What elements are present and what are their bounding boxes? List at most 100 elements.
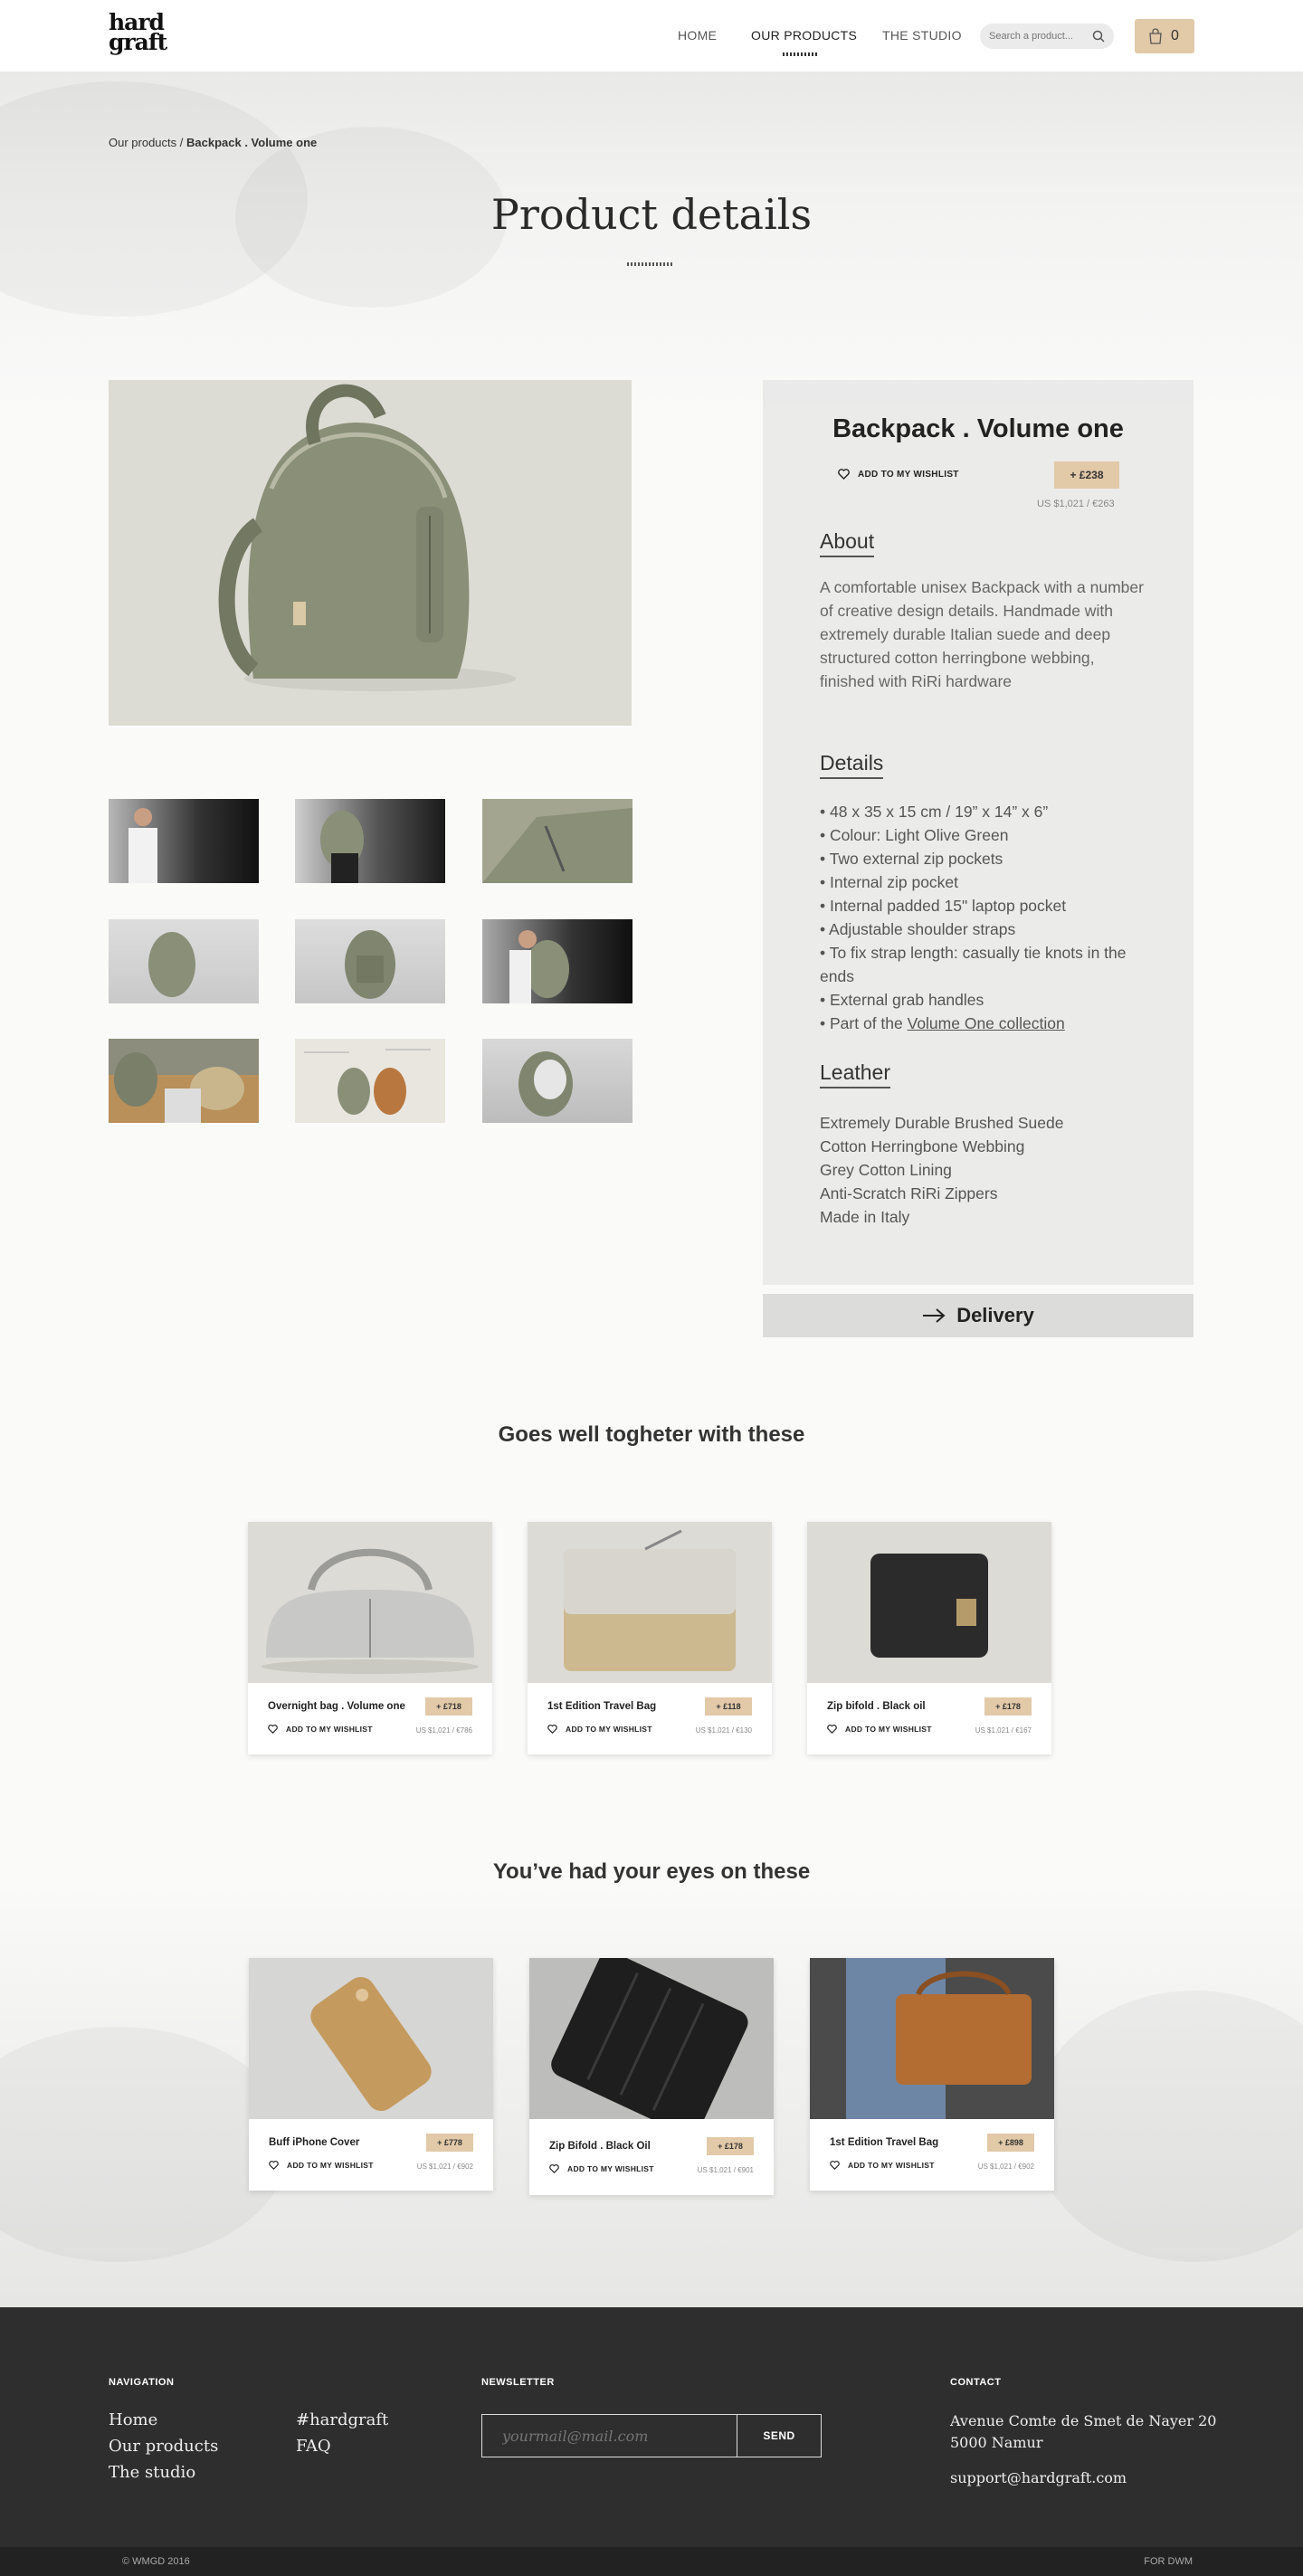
newsletter-send-button[interactable]: SEND <box>737 2415 821 2457</box>
product-thumbnail[interactable] <box>295 799 445 883</box>
details-item: Two external zip pockets <box>820 847 1146 870</box>
about-heading: About <box>820 529 875 557</box>
leather-item: Anti-Scratch RiRi Zippers <box>820 1184 998 1202</box>
leather-item: Made in Italy <box>820 1208 910 1226</box>
leather-item: Extremely Durable Brushed Suede <box>820 1114 1064 1132</box>
heart-icon <box>830 2161 840 2170</box>
card-wishlist[interactable]: ADD TO MY WISHLIST <box>269 2161 374 2170</box>
footer-email-link[interactable]: support@hardgraft.com <box>950 2469 1127 2486</box>
title-decoration <box>627 262 674 266</box>
product-thumbnail[interactable] <box>482 1039 632 1123</box>
card-image <box>810 1958 1054 2119</box>
card-image <box>529 1958 774 2119</box>
card-price-other: US $1,021 / €902 <box>416 2163 473 2171</box>
card-price-other: US $1,021 / €786 <box>415 1726 472 1735</box>
nav-active-indicator <box>783 52 819 56</box>
breadcrumb: Our products / Backpack . Volume one <box>109 136 318 149</box>
breadcrumb-current: Backpack . Volume one <box>186 136 318 149</box>
details-item: Internal zip pocket <box>820 870 1146 894</box>
delivery-button[interactable]: Delivery <box>763 1294 1194 1337</box>
footer-link-faq[interactable]: FAQ <box>296 2437 331 2456</box>
footer-link-the-studio[interactable]: The studio <box>109 2463 195 2482</box>
details-item: Part of the Volume One collection <box>820 1012 1146 1035</box>
details-item: 48 x 35 x 15 cm / 19” x 14” x 6” <box>820 800 1146 823</box>
card-price-other: US $1,021 / €901 <box>697 2166 754 2174</box>
card-image <box>249 1958 493 2119</box>
card-price: + £178 <box>984 1697 1032 1716</box>
search-box <box>980 24 1114 49</box>
product-card[interactable]: Buff iPhone Cover + £778 ADD TO MY WISHL… <box>249 1958 493 2191</box>
card-price: + £898 <box>987 2134 1034 2152</box>
site-header: hard graft HOME OUR PRODUCTS THE STUDIO … <box>0 0 1303 72</box>
card-wishlist[interactable]: ADD TO MY WISHLIST <box>547 1725 652 1734</box>
product-thumbnail[interactable] <box>482 919 632 1003</box>
price-badge: + £238 <box>1054 461 1119 489</box>
search-input[interactable] <box>989 29 1089 43</box>
heart-icon <box>827 1725 837 1734</box>
card-price: + £718 <box>425 1697 472 1716</box>
product-name: Backpack . Volume one <box>832 414 1124 443</box>
leather-item: Grey Cotton Lining <box>820 1161 952 1179</box>
logo[interactable]: hard graft <box>109 11 167 53</box>
footer-address-line2: 5000 Namur <box>950 2434 1043 2451</box>
add-to-wishlist[interactable]: ADD TO MY WISHLIST <box>838 469 959 480</box>
product-card[interactable]: 1st Edition Travel Bag + £898 ADD TO MY … <box>810 1958 1054 2191</box>
product-thumbnail[interactable] <box>295 1039 445 1123</box>
details-item: Internal padded 15" laptop pocket <box>820 894 1146 917</box>
newsletter-email-input[interactable] <box>482 2415 737 2457</box>
heart-icon <box>838 469 850 480</box>
cart-button[interactable]: 0 <box>1135 19 1194 53</box>
newsletter-form: SEND <box>481 2414 822 2457</box>
product-main-image <box>109 380 632 726</box>
search-icon[interactable] <box>1092 30 1105 43</box>
footer-address-line1: Avenue Comte de Smet de Nayer 20 <box>950 2412 1217 2429</box>
product-thumbnail[interactable] <box>109 1039 259 1123</box>
details-item: To fix strap length: casually tie knots … <box>820 941 1146 988</box>
product-thumbnail[interactable] <box>109 919 259 1003</box>
card-wishlist[interactable]: ADD TO MY WISHLIST <box>827 1725 932 1734</box>
card-price: + £118 <box>705 1697 752 1716</box>
product-thumbnail[interactable] <box>482 799 632 883</box>
card-wishlist[interactable]: ADD TO MY WISHLIST <box>830 2161 935 2170</box>
goes-well-title: Goes well togheter with these <box>498 1422 805 1447</box>
leather-list: Extremely Durable Brushed Suede Cotton H… <box>820 1111 1063 1229</box>
details-list: 48 x 35 x 15 cm / 19” x 14” x 6” Colour:… <box>820 800 1146 1035</box>
card-price-other: US $1,021 / €902 <box>977 2163 1034 2171</box>
leather-heading: Leather <box>820 1060 891 1088</box>
heart-icon <box>549 2164 559 2173</box>
price-other-currencies: US $1,021 / €263 <box>1037 499 1115 509</box>
card-price-other: US $1,021 / €167 <box>975 1726 1032 1735</box>
card-price: + £178 <box>707 2137 754 2155</box>
heart-icon <box>547 1725 557 1734</box>
leather-item: Cotton Herringbone Webbing <box>820 1137 1025 1155</box>
nav-home[interactable]: HOME <box>678 28 717 43</box>
product-thumbnail[interactable] <box>295 919 445 1003</box>
product-card[interactable]: Zip Bifold . Black Oil + £178 ADD TO MY … <box>529 1958 774 2195</box>
heart-icon <box>269 2161 279 2170</box>
copyright: © WMGD 2016 <box>122 2556 190 2567</box>
footer-link-our-products[interactable]: Our products <box>109 2437 218 2456</box>
breadcrumb-parent[interactable]: Our products <box>109 136 176 149</box>
footer-contact-heading: CONTACT <box>950 2377 1002 2388</box>
card-image <box>248 1522 492 1683</box>
heart-icon <box>268 1725 278 1734</box>
hero-background <box>0 72 1303 416</box>
eyes-on-title: You’ve had your eyes on these <box>492 1859 811 1884</box>
cart-count: 0 <box>1171 28 1179 43</box>
product-card[interactable]: Zip bifold . Black oil + £178 ADD TO MY … <box>807 1522 1051 1754</box>
product-card[interactable]: 1st Edition Travel Bag + £118 ADD TO MY … <box>528 1522 772 1754</box>
details-heading: Details <box>820 751 884 779</box>
card-image <box>528 1522 772 1683</box>
product-thumbnail[interactable] <box>109 799 259 883</box>
card-wishlist[interactable]: ADD TO MY WISHLIST <box>549 2164 654 2173</box>
footer-link-home[interactable]: Home <box>109 2410 157 2429</box>
footer-bottom-bar <box>0 2547 1303 2576</box>
details-item: Adjustable shoulder straps <box>820 917 1146 941</box>
nav-our-products[interactable]: OUR PRODUCTS <box>751 28 857 43</box>
collection-link[interactable]: Volume One collection <box>908 1014 1065 1032</box>
details-item: External grab handles <box>820 988 1146 1012</box>
nav-the-studio[interactable]: THE STUDIO <box>882 28 962 43</box>
footer-link-hardgraft[interactable]: #hardgraft <box>296 2410 388 2429</box>
product-card[interactable]: Overnight bag . Volume one + £718 ADD TO… <box>248 1522 492 1754</box>
card-wishlist[interactable]: ADD TO MY WISHLIST <box>268 1725 373 1734</box>
